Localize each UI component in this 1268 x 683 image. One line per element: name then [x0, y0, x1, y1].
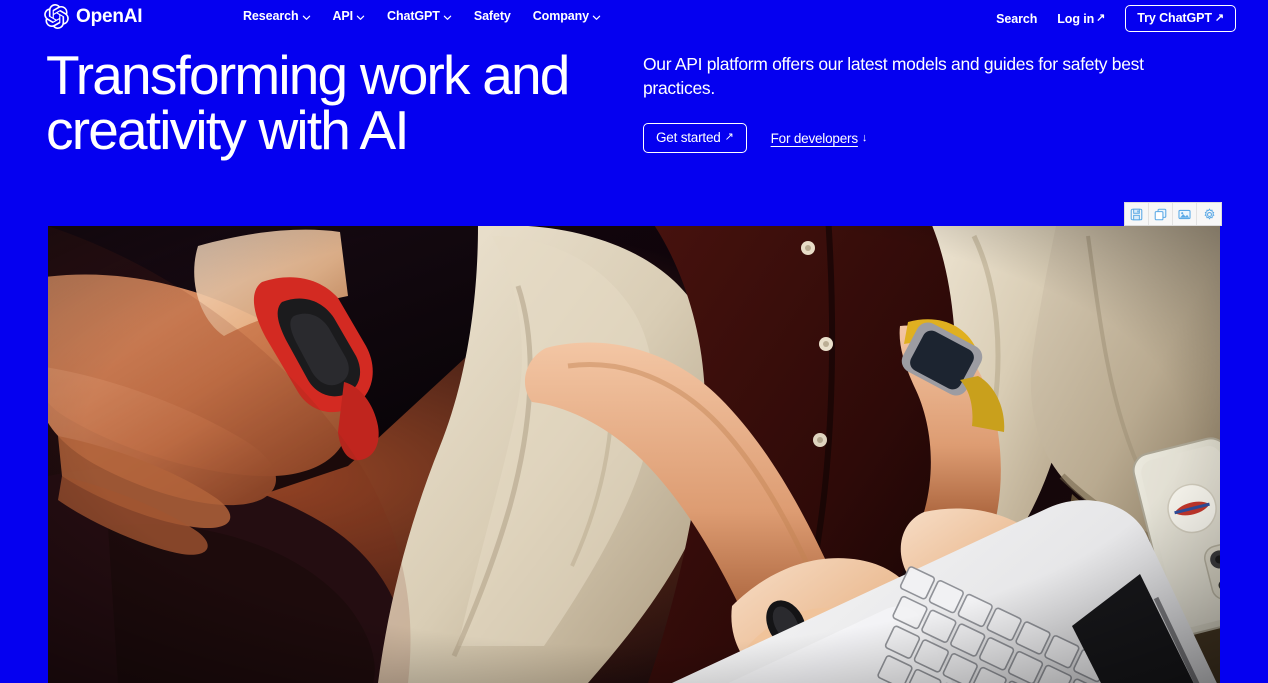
nav-item-label: Company — [532, 9, 590, 23]
copy-icon[interactable] — [1149, 203, 1173, 225]
hero-photo — [48, 226, 1220, 683]
arrow-up-right-icon: ↗ — [724, 131, 734, 143]
hero-title-line-2: creativity with AI — [46, 99, 410, 161]
image-toolbar[interactable] — [1124, 202, 1222, 226]
arrow-up-right-icon: ↗ — [1096, 12, 1106, 24]
save-icon[interactable] — [1125, 203, 1149, 225]
settings-gear-icon[interactable] — [1197, 203, 1221, 225]
openai-homepage: OpenAI Research API ChatGPT Safety Compa… — [0, 0, 1268, 683]
nav-item-label: Research — [243, 9, 299, 23]
site-header: OpenAI Research API ChatGPT Safety Compa… — [0, 0, 1268, 35]
page-title: Transforming work and creativity with AI — [46, 48, 646, 158]
search-button[interactable]: Search — [996, 12, 1037, 26]
brand-logo-link[interactable]: OpenAI — [44, 4, 143, 29]
hero-image[interactable] — [48, 226, 1220, 683]
chevron-down-icon — [302, 13, 311, 22]
for-developers-label: For developers — [770, 130, 858, 146]
hero-title-line-1: Transforming work and — [46, 44, 570, 106]
nav-item-label: Safety — [473, 9, 511, 23]
arrow-up-right-icon: ↗ — [1214, 11, 1224, 24]
primary-navigation: Research API ChatGPT Safety Company — [243, 9, 601, 23]
hero-content: Our API platform offers our latest model… — [643, 52, 1223, 153]
login-link[interactable]: Log in ↗ — [1057, 12, 1105, 26]
try-chatgpt-label: Try ChatGPT — [1137, 11, 1212, 25]
nav-item-company[interactable]: Company — [533, 9, 601, 23]
chevron-down-icon — [443, 13, 452, 22]
nav-item-chatgpt[interactable]: ChatGPT — [387, 9, 452, 23]
brand-name: OpenAI — [76, 6, 143, 27]
nav-item-safety[interactable]: Safety — [474, 9, 511, 23]
nav-item-label: API — [332, 9, 354, 23]
search-label: Search — [996, 11, 1038, 26]
get-started-label: Get started — [656, 130, 721, 145]
for-developers-link[interactable]: For developers ↓ — [771, 131, 868, 146]
try-chatgpt-button[interactable]: Try ChatGPT ↗ — [1125, 5, 1236, 32]
nav-item-research[interactable]: Research — [243, 9, 311, 23]
hero-section: Transforming work and creativity with AI… — [0, 44, 1268, 212]
nav-item-api[interactable]: API — [333, 9, 366, 23]
chevron-down-icon — [592, 13, 601, 22]
openai-blossom-icon — [44, 4, 69, 29]
login-label: Log in — [1057, 11, 1095, 26]
hero-cta-group: Get started ↗ For developers ↓ — [643, 123, 1223, 153]
hero-description: Our API platform offers our latest model… — [643, 54, 1144, 98]
header-actions: Search Log in ↗ Try ChatGPT ↗ — [996, 5, 1236, 32]
nav-item-label: ChatGPT — [387, 9, 440, 23]
arrow-down-icon: ↓ — [861, 131, 868, 144]
picture-icon[interactable] — [1173, 203, 1197, 225]
chevron-down-icon — [356, 13, 365, 22]
get-started-button[interactable]: Get started ↗ — [643, 123, 747, 153]
